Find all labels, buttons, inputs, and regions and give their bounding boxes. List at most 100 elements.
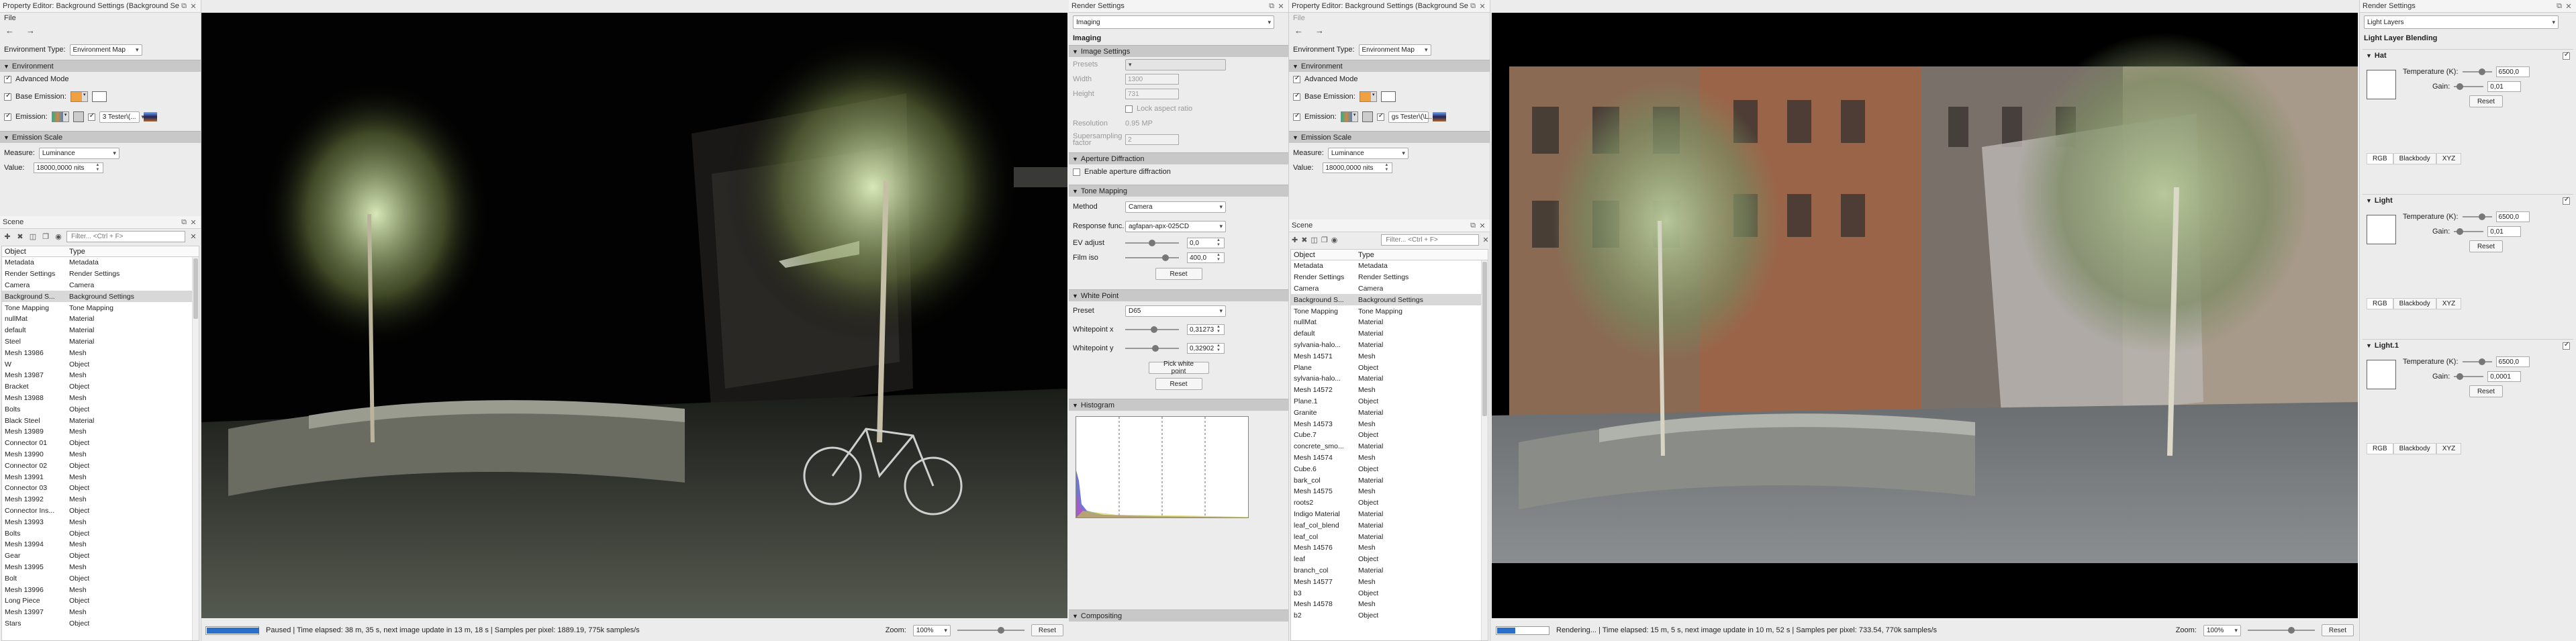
table-row[interactable]: leaf Object bbox=[1291, 554, 1488, 565]
table-row[interactable]: Connector 01 Object bbox=[2, 438, 199, 449]
tab-rgb[interactable]: RGB bbox=[2367, 297, 2393, 309]
table-row[interactable]: Mesh 14574 Mesh bbox=[1291, 452, 1488, 464]
light-layer-color-preview[interactable] bbox=[2367, 360, 2396, 389]
section-environment[interactable]: ▼ Environment bbox=[1289, 60, 1490, 72]
settings-icon[interactable]: ◉ bbox=[1331, 235, 1338, 244]
table-row[interactable]: Bolt Object bbox=[2, 573, 199, 584]
table-row[interactable]: Mesh 13997 Mesh bbox=[2, 607, 199, 618]
float-icon[interactable]: ⧉ bbox=[1468, 221, 1478, 230]
emission-type-swatch[interactable]: ▾ bbox=[1340, 111, 1358, 122]
tab-xyz[interactable]: XYZ bbox=[2436, 442, 2462, 454]
float-icon[interactable]: ⧉ bbox=[1267, 2, 1276, 11]
emission-value-input[interactable]: 18000,0000 nits ▲ ▼ bbox=[34, 162, 104, 173]
table-row[interactable]: default Material bbox=[1291, 328, 1488, 340]
left-zoom-slider[interactable] bbox=[957, 626, 1024, 634]
clear-filter-icon[interactable]: ✕ bbox=[189, 232, 198, 241]
whitepoint-x-input[interactable]: 0,31273 ▲ ▼ bbox=[1187, 324, 1225, 335]
tab-xyz[interactable]: XYZ bbox=[2436, 297, 2462, 309]
mid-scene-scrollbar[interactable] bbox=[1481, 260, 1488, 640]
float-icon[interactable]: ⧉ bbox=[179, 218, 189, 227]
tab-blackbody[interactable]: Blackbody bbox=[2393, 297, 2436, 309]
light-layer-enable-checkbox[interactable] bbox=[2563, 51, 2570, 60]
aperture-checkbox[interactable] bbox=[1073, 168, 1080, 176]
light-layer-enable-checkbox[interactable] bbox=[2563, 196, 2570, 205]
light-layer-reset-button[interactable]: Reset bbox=[2469, 385, 2503, 397]
scene-filter-input[interactable] bbox=[1381, 234, 1480, 246]
advanced-mode-checkbox[interactable] bbox=[4, 75, 11, 83]
tab-blackbody[interactable]: Blackbody bbox=[2393, 152, 2436, 164]
ev-adjust-input[interactable]: 0,0 ▲ ▼ bbox=[1187, 238, 1225, 248]
light-layer-header[interactable]: ▼ Hat bbox=[2363, 50, 2573, 62]
table-row[interactable]: Mesh 13991 Mesh bbox=[2, 471, 199, 483]
env-type-select[interactable]: Environment Map bbox=[1358, 44, 1431, 56]
close-icon[interactable]: ✕ bbox=[189, 218, 198, 227]
duplicate-icon[interactable]: ❐ bbox=[1321, 235, 1328, 244]
response-func-select[interactable]: agfapan-apx-025CD bbox=[1125, 220, 1226, 232]
section-white-point[interactable]: ▼ White Point bbox=[1069, 289, 1288, 301]
film-iso-slider[interactable] bbox=[1125, 254, 1179, 262]
gain-slider[interactable] bbox=[2454, 228, 2484, 236]
emission-color[interactable] bbox=[73, 111, 84, 122]
table-row[interactable]: nullMat Material bbox=[1291, 317, 1488, 328]
camera-icon[interactable]: ◫ bbox=[1310, 235, 1317, 244]
table-row[interactable]: Camera Camera bbox=[2, 280, 199, 291]
scene-filter-input[interactable] bbox=[66, 230, 185, 242]
table-row[interactable]: Mesh 13987 Mesh bbox=[2, 370, 199, 381]
section-environment[interactable]: ▼ Environment bbox=[0, 60, 201, 72]
table-row[interactable]: Steel Material bbox=[2, 336, 199, 348]
emission-color[interactable] bbox=[1362, 111, 1373, 122]
advanced-mode-checkbox[interactable] bbox=[1293, 75, 1300, 83]
back-arrow-icon[interactable]: ← bbox=[1294, 26, 1303, 36]
base-emission-color[interactable] bbox=[1380, 91, 1396, 102]
camera-icon[interactable]: ◫ bbox=[28, 232, 38, 241]
table-row[interactable]: b2 Object bbox=[1291, 610, 1488, 622]
emission-value-input[interactable]: 18000,0000 nits ▲ ▼ bbox=[1323, 162, 1393, 173]
section-emission-scale[interactable]: ▼ Emission Scale bbox=[1289, 131, 1490, 143]
table-row[interactable]: Mesh 13986 Mesh bbox=[2, 347, 199, 358]
env-type-select[interactable]: Environment Map bbox=[69, 44, 142, 56]
light-layer-reset-button[interactable]: Reset bbox=[2469, 95, 2503, 107]
whitepoint-y-slider[interactable] bbox=[1125, 344, 1179, 352]
gain-input[interactable]: 0,01 bbox=[2487, 226, 2522, 237]
mid-scene-titlebar[interactable]: Scene ⧉ ✕ bbox=[1289, 219, 1490, 232]
right-zoom-select[interactable]: 100% bbox=[2203, 624, 2241, 636]
table-row[interactable]: Background S... Background Settings bbox=[1291, 294, 1488, 306]
table-row[interactable]: Mesh 13996 Mesh bbox=[2, 584, 199, 595]
close-icon[interactable]: ✕ bbox=[1276, 2, 1286, 11]
base-emission-checkbox[interactable] bbox=[1293, 92, 1300, 101]
table-row[interactable]: Metadata Metadata bbox=[2, 257, 199, 268]
table-row[interactable]: Tone Mapping Tone Mapping bbox=[2, 302, 199, 313]
render-mode-select[interactable]: Imaging bbox=[1073, 15, 1274, 29]
table-row[interactable]: Connector 02 Object bbox=[2, 460, 199, 471]
table-row[interactable]: Bracket Object bbox=[2, 381, 199, 393]
gain-slider[interactable] bbox=[2454, 373, 2484, 381]
left-editor-titlebar[interactable]: Property Editor: Background Settings (Ba… bbox=[0, 0, 201, 13]
light-layer-header[interactable]: ▼ Light bbox=[2363, 195, 2573, 207]
table-row[interactable]: Cube.7 Object bbox=[1291, 430, 1488, 441]
light-layer-color-preview[interactable] bbox=[2367, 215, 2396, 244]
table-row[interactable]: Connector 03 Object bbox=[2, 483, 199, 494]
pick-white-point-button[interactable]: Pick white point bbox=[1148, 360, 1209, 375]
table-row[interactable]: b3 Object bbox=[1291, 587, 1488, 599]
file-menu[interactable]: File bbox=[4, 14, 16, 22]
section-compositing[interactable]: ▼ Compositing bbox=[1069, 609, 1288, 622]
emission-type-swatch[interactable]: ▾ bbox=[51, 111, 69, 122]
light-layer-reset-button[interactable]: Reset bbox=[2469, 240, 2503, 252]
file-menu[interactable]: File bbox=[1293, 14, 1305, 22]
section-histogram[interactable]: ▼ Histogram bbox=[1069, 399, 1288, 411]
table-row[interactable]: Plane Object bbox=[1291, 362, 1488, 373]
left-scene-titlebar[interactable]: Scene ⧉ ✕ bbox=[0, 216, 201, 229]
emission-checkbox[interactable] bbox=[4, 112, 11, 121]
settings-icon[interactable]: ◉ bbox=[54, 232, 63, 241]
temperature-slider[interactable] bbox=[2462, 68, 2492, 76]
table-row[interactable]: roots2 Object bbox=[1291, 497, 1488, 509]
table-row[interactable]: Cube.6 Object bbox=[1291, 463, 1488, 475]
gain-input[interactable]: 0,01 bbox=[2487, 81, 2522, 92]
emission-map-field[interactable]: 3 Tester\(... bbox=[99, 111, 140, 123]
light-layer-color-preview[interactable] bbox=[2367, 70, 2396, 99]
table-row[interactable]: Mesh 14577 Mesh bbox=[1291, 576, 1488, 587]
base-emission-color[interactable] bbox=[91, 91, 107, 102]
table-row[interactable]: bark_col Material bbox=[1291, 475, 1488, 486]
table-row[interactable]: Bolts Object bbox=[2, 403, 199, 415]
base-emission-checkbox[interactable] bbox=[4, 92, 11, 101]
